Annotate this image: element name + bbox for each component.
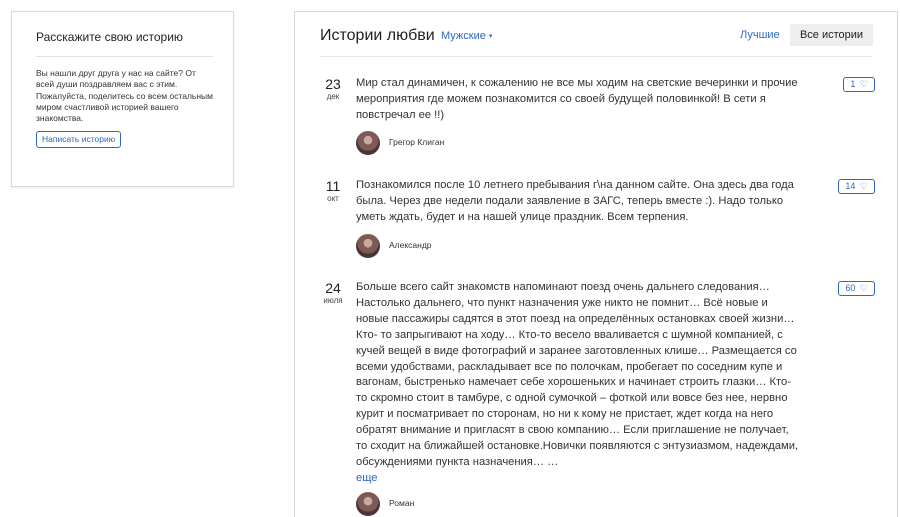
story-text: Познакомился после 10 летнего пребывания… (356, 179, 794, 223)
like-button[interactable]: 60 ♡ (838, 281, 875, 296)
like-count: 1 (850, 79, 856, 89)
story-text: Мир стал динамичен, к сожалению не все м… (356, 77, 798, 121)
heart-icon: ♡ (859, 181, 868, 191)
story-date: 24 июля (320, 280, 346, 306)
author-name[interactable]: Грегор Клиган (389, 137, 444, 147)
avatar[interactable] (356, 492, 380, 516)
tab-all-stories[interactable]: Все истории (790, 24, 873, 46)
write-story-card: Расскажите свою историю Вы нашли друг др… (11, 11, 234, 187)
header-divider (320, 56, 872, 57)
like-button[interactable]: 1 ♡ (843, 77, 875, 92)
story-month: окт (327, 194, 339, 203)
chevron-down-icon: ▾ (488, 33, 493, 40)
story-text-body: Больше всего сайт знакомств напоминают п… (356, 281, 799, 468)
page-title: Истории любви (320, 27, 435, 44)
author-name[interactable]: Роман (389, 498, 414, 508)
story-item: 23 дек Мир стал динамичен, к сожалению н… (320, 76, 875, 158)
heart-icon: ♡ (859, 79, 868, 89)
write-story-title: Расскажите свою историю (36, 30, 213, 57)
story-day: 24 (325, 280, 341, 296)
write-story-description: Вы нашли друг друга у нас на сайте? От в… (36, 68, 214, 124)
story-day: 23 (325, 76, 341, 92)
read-more-link[interactable]: еще (356, 472, 378, 484)
story-date: 23 дек (320, 76, 346, 102)
author-name[interactable]: Александр (389, 240, 432, 250)
avatar[interactable] (356, 131, 380, 155)
stories-header: Истории любви Мужские ▾ Лучшие Все истори… (320, 24, 873, 57)
story-text: Больше всего сайт знакомств напоминают п… (356, 280, 802, 487)
gender-filter-label: Мужские (441, 30, 486, 42)
story-item: 11 окт Познакомился после 10 летнего пре… (320, 178, 875, 260)
like-count: 14 (845, 181, 856, 191)
write-story-button[interactable]: Написать историю (36, 131, 122, 149)
like-count: 60 (845, 283, 856, 293)
story-day: 11 (325, 178, 341, 194)
gender-filter-dropdown[interactable]: Мужские ▾ (441, 30, 492, 42)
tab-best[interactable]: Лучшие (740, 29, 780, 41)
story-date: 11 окт (320, 178, 346, 204)
like-button[interactable]: 14 ♡ (838, 179, 875, 194)
story-month: дек (326, 92, 340, 101)
story-item: 24 июля Больше всего сайт знакомств напо… (320, 280, 875, 517)
love-stories-panel: Истории любви Мужские ▾ Лучшие Все истори… (294, 11, 898, 517)
story-month: июля (323, 296, 343, 305)
avatar[interactable] (356, 234, 380, 258)
heart-icon: ♡ (859, 283, 868, 293)
